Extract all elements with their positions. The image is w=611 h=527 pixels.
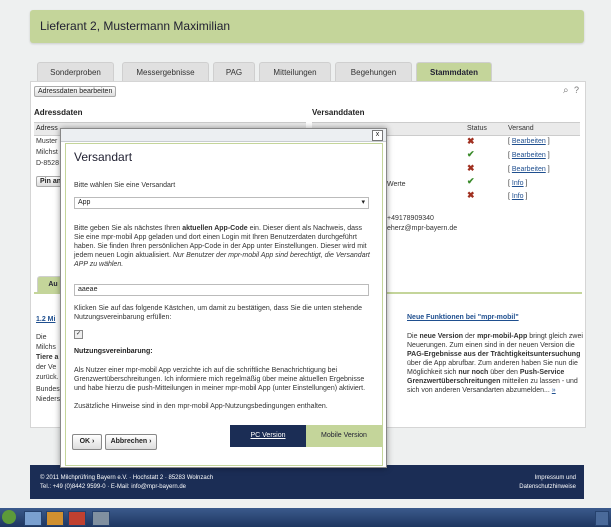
tab-mitteilungen[interactable]: Mitteilungen xyxy=(259,62,331,82)
shipping-row-link[interactable]: [ Info ] xyxy=(508,179,527,188)
address-col-header: Adress xyxy=(36,125,58,132)
edit-link[interactable]: Bearbeiten xyxy=(512,152,546,159)
terms-hint: Zusätzliche Hinweise sind in den mpr-mob… xyxy=(74,403,328,410)
app-code-input[interactable]: aaeae xyxy=(74,284,369,296)
news-left-link[interactable]: 1.2 Mi xyxy=(36,316,55,323)
taskbar-app-icon[interactable] xyxy=(24,511,42,526)
send-col-header: Versand xyxy=(508,125,534,132)
cancel-button-label: Abbrechen xyxy=(110,438,148,445)
status-col-header: Status xyxy=(467,125,487,132)
news-right-text: Die neue Version der mpr-mobil-App bring… xyxy=(407,332,583,395)
edit-link[interactable]: Bearbeiten xyxy=(512,138,546,145)
dialog-title: Versandart xyxy=(74,150,133,164)
select-value: App xyxy=(78,199,91,206)
cancel-button[interactable]: Abbrechen › xyxy=(105,434,157,450)
choose-label: Bitte wählen Sie eine Versandart xyxy=(74,182,176,189)
chevron-down-icon: ▾ xyxy=(361,199,365,206)
page-title: Lieferant 2, Mustermann Maximilian xyxy=(40,19,231,33)
tab-pag[interactable]: PAG xyxy=(213,62,255,82)
status-error-icon: ✖ xyxy=(467,190,475,200)
news-text-bold: nur noch xyxy=(458,369,489,376)
news-text: der xyxy=(465,333,476,340)
edit-link[interactable]: Bearbeiten xyxy=(512,166,546,173)
shipping-row-link[interactable]: [ Info ] xyxy=(508,192,527,201)
news-text-bold: PAG-Ergebnisse aus der Trächtigkeitsunte… xyxy=(407,351,581,358)
info-link[interactable]: Info xyxy=(512,193,524,200)
tab-stammdaten[interactable]: Stammdaten xyxy=(416,62,492,82)
tab-begehungen[interactable]: Begehungen xyxy=(335,62,412,82)
versandart-select[interactable]: App ▾ xyxy=(74,197,369,209)
news-left-line: der Ve xyxy=(36,364,57,371)
dialog-body: Versandart Bitte wählen Sie eine Versand… xyxy=(65,143,383,466)
search-icon[interactable]: ⌕ xyxy=(563,85,569,96)
info-link[interactable]: Info xyxy=(512,180,524,187)
shipping-row-link[interactable]: [ Bearbeiten ] xyxy=(508,165,550,174)
news-left-line: Nieders xyxy=(36,396,61,403)
footer-line: Tel.: +49 (0)8442 9599-0 · E-Mail: info@… xyxy=(40,484,186,490)
taskbar xyxy=(0,508,611,527)
terms-checkbox[interactable]: ✓ xyxy=(74,330,83,339)
close-icon[interactable]: x xyxy=(372,130,383,141)
terms-title: Nutzungsvereinbarung: xyxy=(74,348,153,355)
ok-button[interactable]: OK › xyxy=(72,434,102,450)
status-error-icon: ✖ xyxy=(467,136,475,146)
status-error-icon: ✖ xyxy=(467,163,475,173)
address-line: Muster xyxy=(36,138,58,145)
taskbar-app-icon[interactable] xyxy=(92,511,110,526)
footer-line: © 2011 Milchprüfring Bayern e.V. · Hochs… xyxy=(40,475,214,481)
status-ok-icon: ✔ xyxy=(467,176,475,186)
imprint-link[interactable]: Impressum und xyxy=(535,475,576,481)
taskbar-app-icon[interactable] xyxy=(46,511,64,526)
app-code-value: aaeae xyxy=(78,286,98,293)
dialog-titlebar: x xyxy=(61,129,386,142)
instructions-text: Bitte geben Sie als nächstes Ihren xyxy=(74,225,181,232)
edit-address-button[interactable]: Adressdaten bearbeiten xyxy=(34,86,117,97)
more-link[interactable]: » xyxy=(552,387,556,394)
news-text: über den xyxy=(490,369,518,376)
address-line: D-8528 xyxy=(36,160,59,167)
confirm-text: Klicken Sie auf das folgende Kästchen, u… xyxy=(74,305,362,321)
email-value: eherz@mpr-bayern.de xyxy=(387,225,458,232)
mobile-version-button[interactable]: Mobile Version xyxy=(306,425,382,447)
page-header: Lieferant 2, Mustermann Maximilian xyxy=(30,10,584,43)
news-left-line: Milchs xyxy=(36,344,56,351)
news-right-title[interactable]: Neue Funktionen bei "mpr-mobil" xyxy=(407,314,519,321)
app-code-instructions: Bitte geben Sie als nächstes Ihren aktue… xyxy=(74,224,370,269)
versandart-dialog: x Versandart Bitte wählen Sie eine Versa… xyxy=(60,128,387,468)
tab-messergebnisse[interactable]: Messergebnisse xyxy=(122,62,209,82)
address-section-title: Adressdaten xyxy=(34,108,83,117)
start-icon[interactable] xyxy=(2,510,16,524)
shipping-section-title: Versanddaten xyxy=(312,108,365,117)
news-left-line: Tiere a xyxy=(36,354,59,361)
terms-text: Als Nutzer einer mpr-mobil App verzichte… xyxy=(74,367,366,392)
footer: © 2011 Milchprüfring Bayern e.V. · Hochs… xyxy=(30,465,584,499)
pc-version-button[interactable]: PC Version xyxy=(230,425,306,447)
address-line: Milchst xyxy=(36,149,58,156)
news-text-bold: neue Version xyxy=(419,333,464,340)
news-left-line: Bundes xyxy=(36,386,60,393)
instructions-bold: aktuellen App-Code xyxy=(182,225,248,232)
status-ok-icon: ✔ xyxy=(467,149,475,159)
tab-sonderproben[interactable]: Sonderproben xyxy=(37,62,114,82)
taskbar-app-icon[interactable] xyxy=(68,511,86,526)
news-left-line: Die xyxy=(36,334,47,341)
shipping-row-link[interactable]: [ Bearbeiten ] xyxy=(508,151,550,160)
ok-button-label: OK xyxy=(79,438,91,445)
privacy-link[interactable]: Datenschutzhinweise xyxy=(519,484,576,490)
shipping-row-label: Werte xyxy=(387,181,406,188)
help-icon[interactable]: ? xyxy=(574,85,579,95)
news-left-line: zurück. xyxy=(36,374,59,381)
tray-icon[interactable] xyxy=(595,511,609,526)
news-text: Die xyxy=(407,333,418,340)
shipping-row-link[interactable]: [ Bearbeiten ] xyxy=(508,137,550,146)
phone-value: +49178909340 xyxy=(387,215,434,222)
news-text-bold: mpr-mobil-App xyxy=(477,333,528,340)
